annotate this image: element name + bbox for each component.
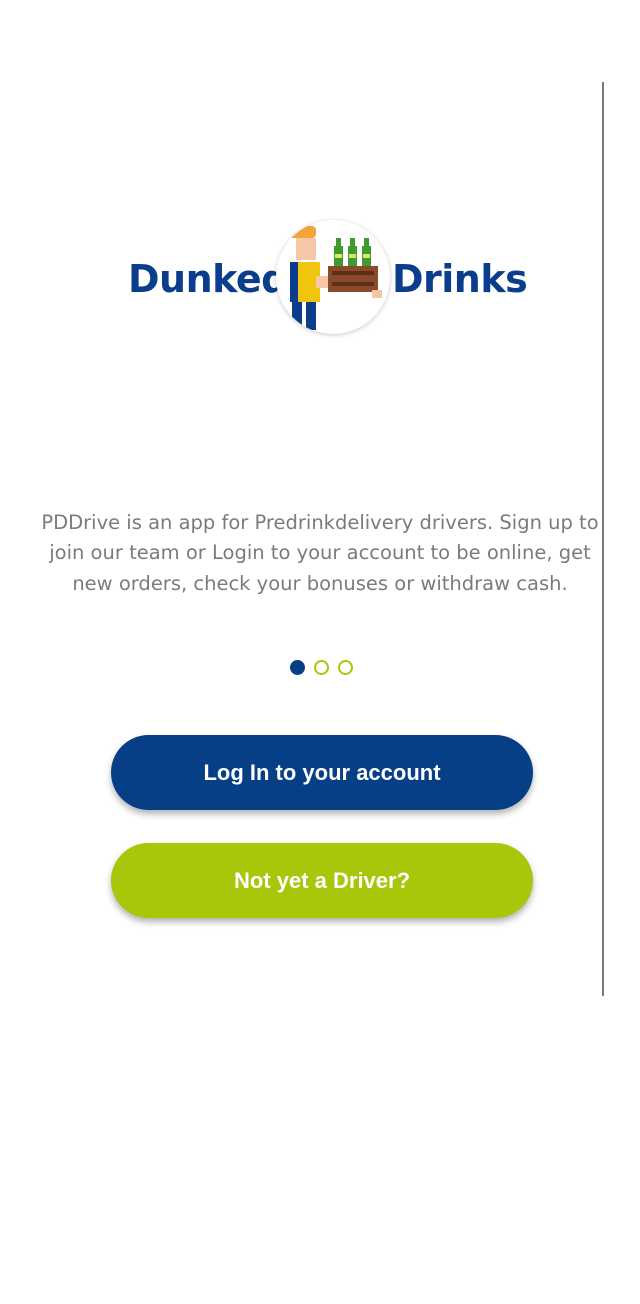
screen-edge-divider <box>602 82 604 996</box>
brand-name-right: Drinks <box>392 257 528 301</box>
login-button[interactable]: Log In to your account <box>111 735 533 810</box>
page-dot-1[interactable] <box>290 660 305 675</box>
signup-button[interactable]: Not yet a Driver? <box>111 843 533 918</box>
brand-logo: Dunked Drinks <box>120 215 528 345</box>
page-indicator <box>288 660 360 680</box>
welcome-screen: Dunked Drinks PDDrive is an app for Pred… <box>0 0 640 1304</box>
login-button-label: Log In to your account <box>203 759 441 785</box>
intro-description: PDDrive is an app for Predrinkdelivery d… <box>41 510 599 595</box>
page-dot-2[interactable] <box>314 660 329 675</box>
signup-button-label: Not yet a Driver? <box>233 867 411 893</box>
page-dot-3[interactable] <box>338 660 353 675</box>
brand-name-left: Dunked <box>128 257 288 301</box>
delivery-driver-icon <box>276 220 390 334</box>
